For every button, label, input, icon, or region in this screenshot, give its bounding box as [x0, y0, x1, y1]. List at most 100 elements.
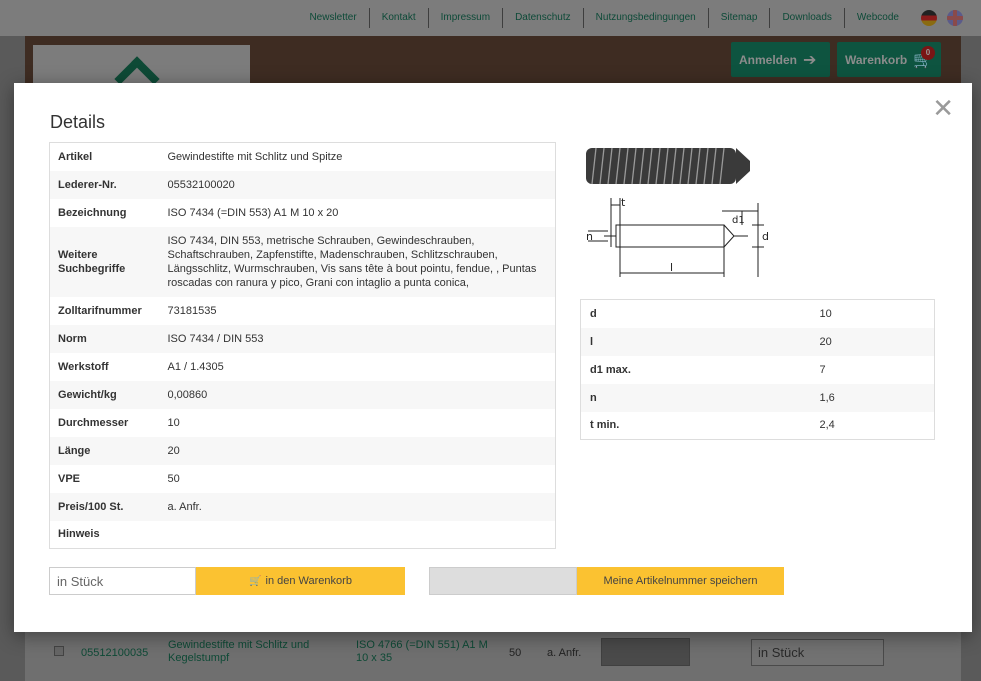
row-value: 05532100020 [167, 178, 235, 191]
table-row: d 10 [580, 299, 935, 328]
table-row: Artikel Gewindestifte mit Schlitz und Spi… [49, 142, 556, 171]
row-key: Durchmesser [58, 416, 129, 429]
screw-drawing: t n d1 d l [586, 147, 769, 277]
row-designation[interactable]: ISO 4766 (=DIN 551) A1 M 10 x 35 [356, 639, 496, 665]
nav-link-newsletter[interactable]: Newsletter [297, 8, 370, 28]
table-row: d1 max. 7 [580, 355, 935, 384]
article-number-input[interactable] [429, 567, 577, 595]
row-value: 0,00860 [167, 388, 208, 401]
row-checkbox[interactable] [54, 646, 64, 656]
row-key: Preis/100 St. [58, 500, 124, 513]
technical-drawing [588, 198, 764, 277]
drawing-label-n: n [586, 230, 593, 243]
row-key: t min. [590, 419, 620, 432]
drawing-label-d1: d1 [732, 215, 745, 226]
close-icon[interactable]: ✕ [932, 95, 954, 121]
row-article-number[interactable]: 05512100035 [81, 647, 148, 659]
row-value: 50 [167, 472, 180, 485]
table-row: Durchmesser 10 [49, 408, 556, 437]
english-flag-icon[interactable] [947, 10, 963, 26]
login-label: Anmelden [739, 52, 798, 67]
table-row: Hinweis [49, 520, 556, 549]
row-key: d1 max. [590, 363, 631, 376]
drawing-label-d: d [762, 230, 769, 243]
row-key: Länge [58, 444, 91, 457]
row-value: 7 [819, 363, 826, 376]
cart-label: Warenkorb [845, 52, 908, 67]
row-value: 10 [819, 307, 832, 320]
row-price: a. Anfr. [547, 647, 582, 659]
row-key: Norm [58, 332, 87, 345]
german-flag-icon[interactable] [921, 10, 937, 26]
quantity-input[interactable] [49, 567, 196, 595]
top-navigation: Newsletter Kontakt Impressum Datenschutz… [297, 8, 963, 28]
table-row: n 1,6 [580, 383, 935, 412]
details-modal: Details ✕ Artikel Gewindestifte mit Schli… [14, 83, 972, 632]
row-value: 2,4 [819, 419, 835, 432]
cart-button[interactable]: Warenkorb 🛒 0 [837, 42, 941, 77]
row-key: n [590, 391, 597, 404]
row-key: Weitere Suchbegriffe [58, 248, 126, 275]
nav-link-downloads[interactable]: Downloads [770, 8, 845, 28]
screw-tip [736, 148, 750, 184]
row-key: Lederer-Nr. [58, 178, 117, 191]
table-row: 05512100035 Gewindestifte mit Schlitz un… [40, 632, 960, 681]
nav-link-webcode[interactable]: Webcode [845, 8, 911, 28]
row-value [160, 521, 556, 549]
row-key: Gewicht/kg [58, 388, 117, 401]
row-vpe: 50 [509, 647, 522, 659]
row-value: 20 [167, 444, 180, 457]
nav-link-kontakt[interactable]: Kontakt [370, 8, 429, 28]
add-to-cart-label: in den Warenkorb [265, 575, 352, 587]
row-qty-field[interactable]: in Stück [751, 639, 884, 666]
save-article-number-button[interactable]: Meine Artikelnummer speichern [577, 567, 784, 595]
table-row: Lederer-Nr. 05532100020 [49, 170, 556, 199]
row-value: 73181535 [167, 304, 217, 317]
row-value: a. Anfr. [167, 500, 202, 513]
table-row: Preis/100 St. a. Anfr. [49, 492, 556, 521]
row-value: ISO 7434 (=DIN 553) A1 M 10 x 20 [167, 206, 339, 219]
row-value: A1 / 1.4305 [167, 360, 224, 373]
row-value: 1,6 [819, 391, 835, 404]
row-article-name[interactable]: Gewindestifte mit Schlitz und Kegelstump… [168, 639, 338, 665]
table-row: t min. 2,4 [580, 411, 935, 440]
details-table: Artikel Gewindestifte mit Schlitz und Spi… [49, 142, 556, 549]
nav-link-impressum[interactable]: Impressum [429, 8, 504, 28]
nav-link-datenschutz[interactable]: Datenschutz [503, 8, 584, 28]
table-row: Weitere Suchbegriffe ISO 7434, DIN 553, m… [49, 226, 556, 297]
row-key: d [590, 307, 597, 320]
row-key: Artikel [58, 150, 93, 163]
row-key: VPE [58, 472, 81, 485]
modal-title: Details [50, 112, 106, 132]
table-row: Bezeichnung ISO 7434 (=DIN 553) A1 M 10 x… [49, 198, 556, 227]
nav-link-sitemap[interactable]: Sitemap [709, 8, 771, 28]
row-value: ISO 7434, DIN 553, metrische Schrauben, … [167, 234, 537, 289]
drawing-label-l: l [670, 261, 673, 274]
table-row: l 20 [580, 327, 935, 356]
row-key: l [590, 335, 594, 348]
row-value: 20 [819, 335, 832, 348]
table-row: Werkstoff A1 / 1.4305 [49, 352, 556, 381]
row-key: Werkstoff [58, 360, 109, 373]
login-icon: ➔ [803, 51, 817, 69]
dimensions-table: d 10 l 20 d1 max. 7 n 1,6 t min. 2,4 [580, 299, 935, 440]
login-button[interactable]: Anmelden ➔ [731, 42, 830, 77]
row-key: Hinweis [58, 528, 100, 541]
table-row: Norm ISO 7434 / DIN 553 [49, 324, 556, 353]
table-row: Länge 20 [49, 436, 556, 465]
cart-count-badge: 0 [921, 46, 935, 60]
table-row: Gewicht/kg 0,00860 [49, 380, 556, 409]
row-artnr-field[interactable] [601, 638, 690, 666]
drawing-label-t: t [621, 196, 626, 209]
table-row: VPE 50 [49, 464, 556, 493]
add-to-cart-button[interactable]: 🛒 in den Warenkorb [196, 567, 405, 595]
row-key: Zolltarifnummer [58, 304, 142, 317]
logo[interactable] [33, 45, 250, 86]
row-key: Bezeichnung [58, 206, 127, 219]
row-value: 10 [167, 416, 180, 429]
cart-icon: 🛒 [249, 575, 262, 587]
row-value: Gewindestifte mit Schlitz und Spitze [167, 150, 343, 163]
table-row: Zolltarifnummer 73181535 [49, 296, 556, 325]
row-value: ISO 7434 / DIN 553 [167, 332, 264, 345]
nav-link-nutzungsbedingungen[interactable]: Nutzungsbedingungen [584, 8, 709, 28]
